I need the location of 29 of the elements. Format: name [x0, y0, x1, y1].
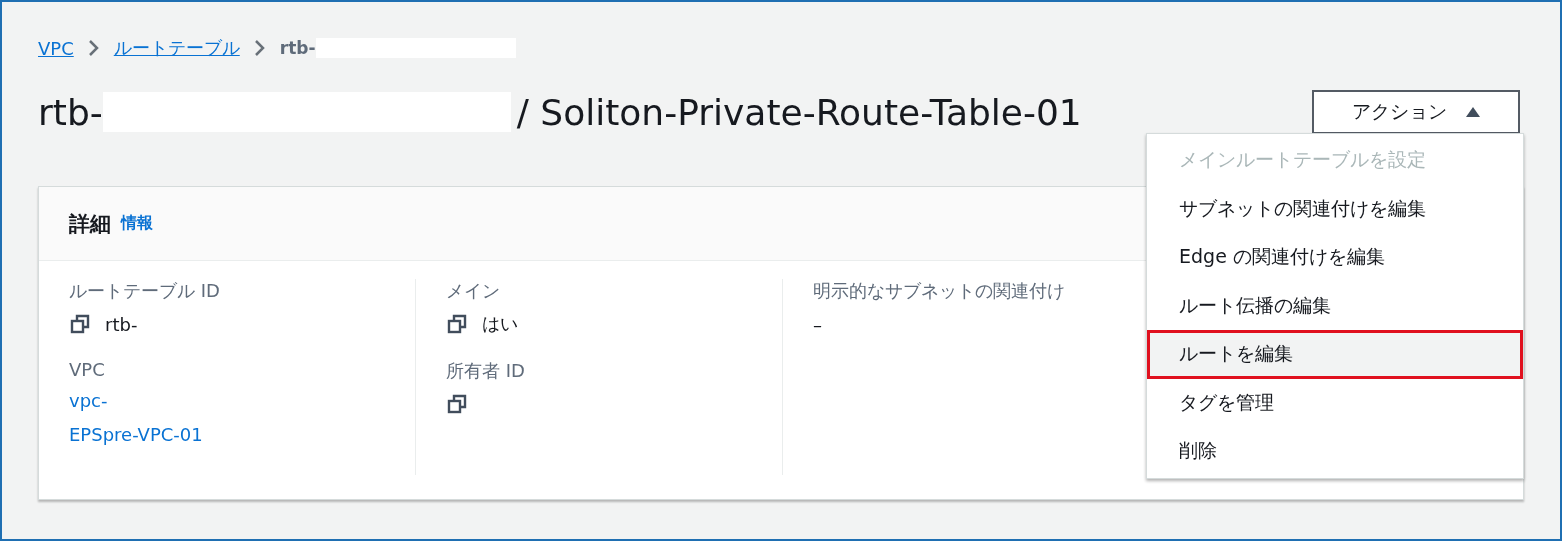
breadcrumb-link[interactable]: VPC — [38, 37, 74, 59]
details-heading: 詳細 — [69, 210, 111, 238]
menu-item[interactable]: サブネットの関連付けを編集 — [1147, 184, 1523, 233]
copy-icon[interactable] — [446, 313, 468, 335]
info-link[interactable]: 情報 — [121, 213, 153, 234]
copy-icon[interactable] — [69, 313, 91, 335]
breadcrumb-current: rtb- — [279, 38, 316, 58]
field-value: – — [813, 313, 822, 335]
chevron-icon — [87, 39, 100, 57]
menu-item[interactable]: タグを管理 — [1147, 378, 1523, 427]
menu-item[interactable]: ルート伝播の編集 — [1147, 281, 1523, 330]
field-value: rtb- — [105, 313, 138, 335]
field-label: メイン — [446, 279, 501, 303]
menu-item[interactable]: Edge の関連付けを編集 — [1147, 233, 1523, 282]
actions-button[interactable]: アクション — [1312, 90, 1520, 134]
breadcrumb-link[interactable]: ルートテーブル — [113, 36, 240, 60]
caret-icon — [1464, 106, 1481, 118]
field-label: 所有者 ID — [446, 359, 526, 383]
field-label: ルートテーブル ID — [69, 279, 221, 303]
route-table-name: / Soliton-Private-Route-Table-01 — [516, 91, 1082, 133]
vpc-link[interactable]: vpc- EPSpre-VPC-01 — [69, 384, 385, 452]
field-value: はい — [482, 312, 518, 336]
menu-item[interactable]: 削除 — [1147, 427, 1523, 476]
field-label: VPC — [69, 359, 106, 380]
menu-item[interactable]: ルートを編集 — [1147, 330, 1523, 379]
copy-icon[interactable] — [446, 393, 468, 415]
chevron-icon — [253, 39, 266, 57]
route-table-id: rtb- — [38, 91, 103, 133]
field-label: 明示的なサブネットの関連付け — [813, 279, 1066, 303]
